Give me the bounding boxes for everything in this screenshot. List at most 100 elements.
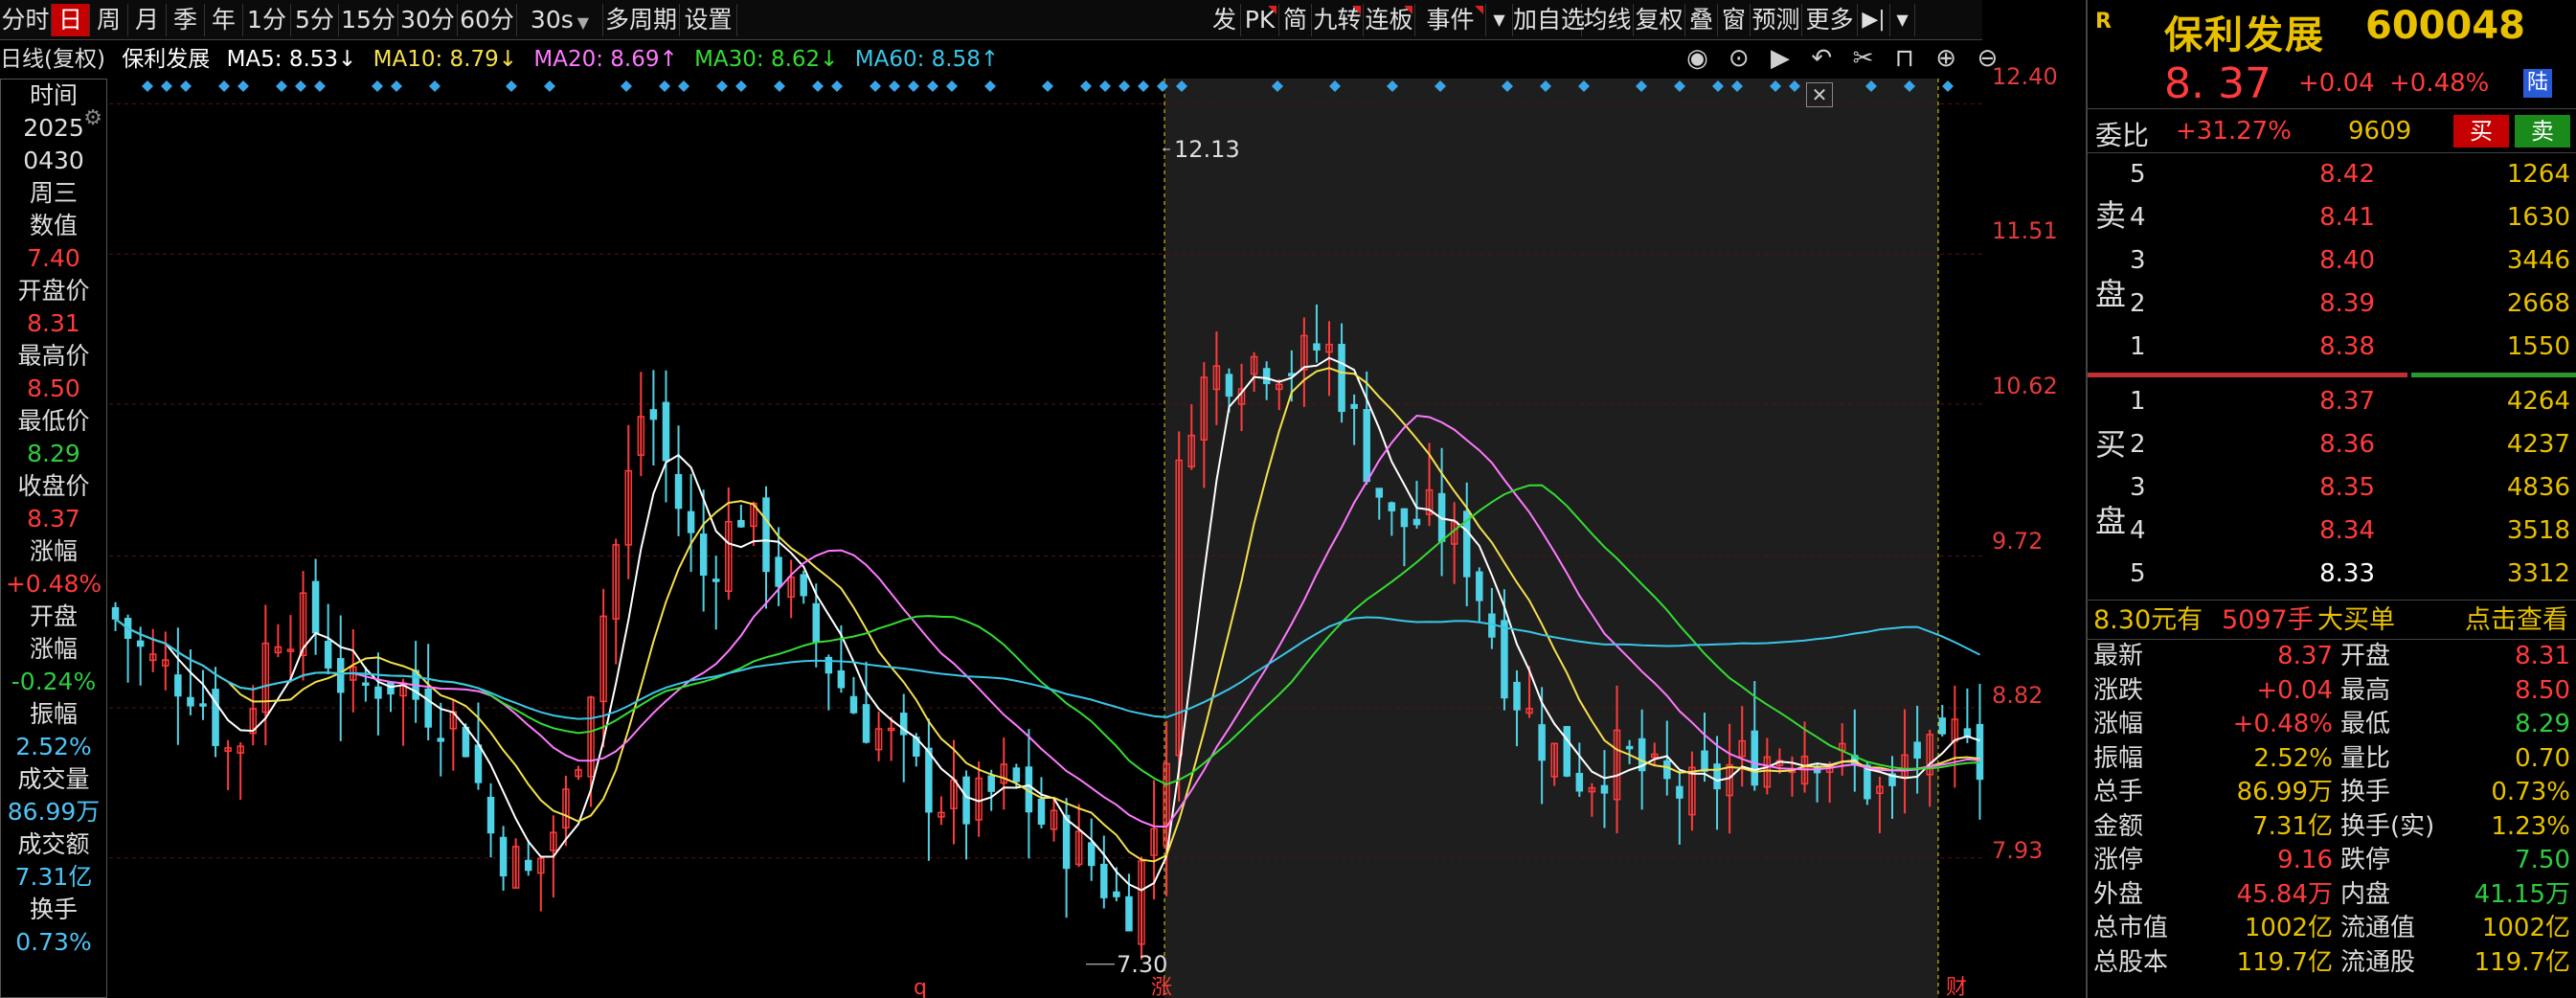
book-row[interactable]: 5 8.42 1264 [2088, 153, 2576, 196]
event-marker-cai: 财 [1946, 976, 1967, 998]
book-row[interactable]: 4 8.41 1630 [2088, 196, 2576, 239]
tool-button-2[interactable]: 简 [1279, 4, 1312, 36]
tool-button-3[interactable]: 九转 [1312, 4, 1364, 36]
book-separator [2088, 369, 2576, 380]
close-range-icon[interactable]: ✕ [1806, 82, 1833, 107]
kline-canvas[interactable]: 12.13 7.30 q 涨 财 [109, 79, 1986, 998]
book-level: 1 [2130, 387, 2146, 416]
chart-type-label[interactable]: 日线(复权) [0, 47, 105, 72]
period-button-label: 日 [57, 6, 82, 34]
stat-v2: 8.31 [2515, 642, 2570, 670]
tool-button-10[interactable]: 窗 [1718, 4, 1751, 36]
settings-gear-icon[interactable]: ⚙ [83, 106, 102, 130]
tool-button-6[interactable]: 加自选 [1513, 4, 1585, 36]
candle-body [1350, 403, 1358, 409]
period-button-7[interactable]: 5分 [291, 4, 339, 36]
book-row[interactable]: 3 8.35 4836 [2088, 466, 2576, 510]
signal-diamond [391, 80, 402, 92]
tool-button-4[interactable]: 连板 [1364, 4, 1415, 36]
tool-button-label: 发 [1211, 6, 1236, 34]
period-button-11[interactable]: 30s ▼ [517, 4, 603, 36]
period-button-9[interactable]: 30分 [398, 4, 458, 36]
candle-body [1375, 488, 1384, 498]
period-button-12[interactable]: 多周期 [603, 4, 680, 36]
book-row[interactable]: 5 8.33 3312 [2088, 553, 2576, 596]
event-dropdown-icon[interactable]: ▼ [1486, 4, 1513, 36]
tool-button-9[interactable]: 叠 [1685, 4, 1718, 36]
scissors-icon[interactable]: ✂ [1846, 44, 1880, 73]
candle-body [1400, 508, 1409, 528]
book-row[interactable]: 2 8.36 4237 [2088, 423, 2576, 466]
signal-diamond [889, 80, 900, 92]
stock-code: 600048 [2365, 4, 2525, 48]
lock-icon[interactable]: ⊓ [1887, 44, 1921, 73]
stat-row: 最新 8.37 开盘 8.31 [2088, 640, 2576, 674]
candle-body [424, 688, 432, 728]
candle-body [1538, 724, 1546, 761]
period-button-8[interactable]: 15分 [339, 4, 398, 36]
tool-button-11[interactable]: 预测 [1751, 4, 1802, 36]
undo-icon[interactable]: ↶ [1805, 44, 1839, 73]
tool-button-8[interactable]: 复权 [1634, 4, 1685, 36]
buy-button[interactable]: 买 [2453, 115, 2509, 147]
book-volume: 3446 [2506, 246, 2570, 275]
big-order-view-link[interactable]: 点击查看 [2465, 601, 2568, 641]
big-order-price: 8.30元有 [2093, 605, 2203, 635]
candle-body [1963, 728, 1972, 737]
period-button-2[interactable]: 周 [90, 4, 128, 36]
tool-button-7[interactable]: 均线 [1582, 4, 1634, 36]
crosshair-row: 开盘 [29, 602, 78, 630]
stat-row: 金额 7.31亿 换手(实) 1.23% [2088, 810, 2576, 845]
tool-button-label: 更多 [1805, 6, 1854, 34]
kline-chart[interactable]: 12.13 7.30 q 涨 财 [109, 79, 1986, 998]
sell-button[interactable]: 卖 [2515, 115, 2570, 147]
book-row[interactable]: 3 8.40 3446 [2088, 239, 2576, 283]
ma30-value: MA30: 8.62↓ [694, 47, 839, 72]
period-button-10[interactable]: 60分 [458, 4, 517, 36]
period-button-13[interactable]: 设置 [680, 4, 737, 36]
book-level: 4 [2130, 203, 2146, 232]
tool-button-5[interactable]: 事件 [1415, 4, 1486, 36]
period-button-1[interactable]: 日 [52, 4, 90, 36]
ma5-value: MA5: 8.53↓ [226, 47, 357, 72]
tool-button-12[interactable]: 更多 [1802, 4, 1858, 36]
crosshair-row: 成交额 [17, 830, 90, 858]
book-row[interactable]: 4 8.34 3518 [2088, 510, 2576, 553]
stat-k1: 振幅 [2093, 743, 2144, 773]
candle-body [1262, 368, 1271, 385]
collapse-panel-icon[interactable]: ▶| [1858, 4, 1890, 36]
eye-icon[interactable]: ◉ [1681, 44, 1714, 73]
tool-button-1[interactable]: PK [1241, 4, 1279, 36]
stat-v2: 1002亿 [2481, 914, 2570, 942]
stat-v1: +0.48% [2232, 710, 2333, 738]
stock-name: 保利发展 [2164, 13, 2325, 57]
toolbar-dropdown-icon[interactable]: ▼ [1890, 4, 1915, 36]
tool-button-0[interactable]: 发 [1209, 4, 1241, 36]
book-row[interactable]: 2 8.39 2668 [2088, 283, 2576, 326]
signal-diamond [237, 80, 249, 92]
crosshair-row: 最低价 [17, 407, 90, 435]
period-button-3[interactable]: 月 [128, 4, 167, 36]
period-button-label: 季 [172, 6, 197, 34]
signal-diamond [812, 80, 824, 92]
candle-body [1676, 785, 1683, 799]
signal-diamond [1138, 80, 1149, 92]
period-button-4[interactable]: 季 [167, 4, 205, 36]
crosshair-row: 7.40 [27, 244, 80, 272]
camera-icon[interactable]: ⊙ [1722, 44, 1755, 73]
stat-k2: 跌停 [2340, 846, 2391, 874]
period-button-6[interactable]: 1分 [243, 4, 291, 36]
signal-diamond [1042, 80, 1053, 92]
play-icon[interactable]: ▶ [1764, 44, 1797, 73]
candle-body [662, 401, 670, 462]
candle-body [1701, 750, 1708, 772]
big-order-row[interactable]: 8.30元有 5097手 大买单 点击查看 [2088, 600, 2576, 640]
book-price: 8.40 [2319, 246, 2375, 275]
book-row[interactable]: 1 8.37 4264 [2088, 380, 2576, 423]
signal-diamond [142, 80, 153, 92]
zoom-in-icon[interactable]: ⊕ [1930, 44, 1963, 73]
book-row[interactable]: 1 8.38 1550 [2088, 326, 2576, 369]
candle-body [1913, 741, 1921, 760]
period-button-0[interactable]: 分时 [0, 4, 52, 36]
period-button-5[interactable]: 年 [205, 4, 243, 36]
